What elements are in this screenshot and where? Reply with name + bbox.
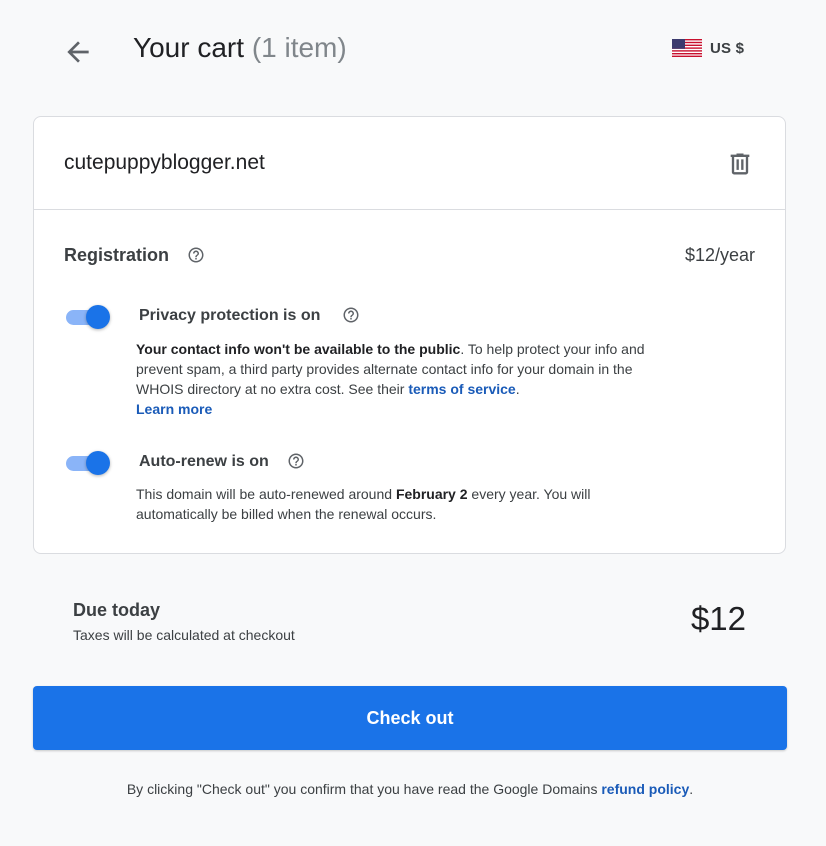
arrow-left-icon	[67, 41, 89, 63]
renew-desc-start: This domain will be auto-renewed around	[136, 486, 396, 502]
privacy-protection-title: Privacy protection is on	[139, 307, 321, 324]
privacy-protection-description: Your contact info won't be available to …	[136, 339, 676, 419]
help-icon[interactable]	[187, 246, 205, 264]
terms-of-service-link[interactable]: terms of service	[408, 381, 515, 397]
us-flag-icon	[672, 39, 702, 57]
learn-more-link[interactable]: Learn more	[136, 401, 212, 417]
toggle-knob	[86, 451, 110, 475]
due-today-label: Due today	[73, 600, 161, 620]
cart-item-count: (1 item)	[251, 32, 347, 63]
renew-date: February 2	[395, 486, 468, 502]
help-icon[interactable]	[342, 306, 360, 324]
help-icon[interactable]	[287, 452, 305, 470]
registration-label: Registration	[64, 245, 170, 265]
domain-name: cutepuppyblogger.net	[64, 151, 265, 174]
checkout-disclaimer: By clicking "Check out" you confirm that…	[0, 781, 820, 797]
taxes-note: Taxes will be calculated at checkout	[73, 627, 295, 643]
delete-button[interactable]	[726, 150, 754, 178]
cart-title-text: Your cart	[133, 32, 245, 63]
back-button[interactable]	[62, 36, 94, 68]
page-title: Your cart (1 item)	[133, 32, 347, 64]
auto-renew-description: This domain will be auto-renewed around …	[136, 484, 676, 524]
disclaimer-text: By clicking "Check out" you confirm that…	[126, 781, 602, 797]
disclaimer-end: .	[689, 781, 694, 797]
trash-icon	[730, 153, 750, 175]
toggle-knob	[86, 305, 110, 329]
privacy-protection-toggle[interactable]	[64, 305, 110, 329]
currency-label: US $	[710, 39, 745, 57]
privacy-desc-bold: Your contact info won't be available to …	[136, 341, 461, 357]
refund-policy-link[interactable]: refund policy	[601, 781, 689, 797]
cart-item-card: cutepuppyblogger.net Registration $12/ye…	[33, 116, 786, 554]
auto-renew-toggle[interactable]	[64, 451, 110, 475]
due-amount: $12	[690, 600, 746, 637]
registration-price: $12/year	[684, 245, 755, 265]
domain-row: cutepuppyblogger.net	[34, 117, 785, 210]
currency-selector[interactable]: US $	[672, 39, 744, 57]
auto-renew-title: Auto-renew is on	[139, 453, 269, 470]
page-header: Your cart (1 item) US $	[0, 0, 826, 100]
check-out-button[interactable]: Check out	[33, 686, 787, 750]
privacy-desc-end: .	[515, 381, 520, 397]
